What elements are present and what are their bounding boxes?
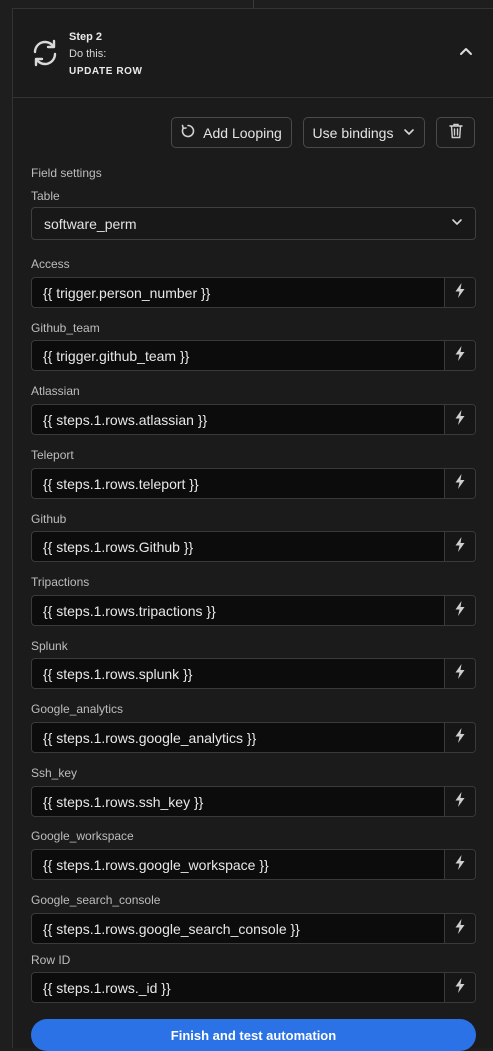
binding-input-teleport[interactable]: {{ steps.1.rows.teleport }} <box>32 469 444 498</box>
trash-icon <box>448 123 463 142</box>
field-label-row-id: Row ID <box>31 953 71 967</box>
lightning-icon <box>455 977 465 998</box>
binding-button[interactable] <box>444 914 475 943</box>
lightning-icon <box>455 854 465 875</box>
binding-button[interactable] <box>444 973 475 1002</box>
binding-button[interactable] <box>444 659 475 688</box>
field-label-ssh-key: Ssh_key <box>31 766 78 780</box>
field-label-access: Access <box>31 257 70 271</box>
lightning-icon <box>455 918 465 939</box>
field-google-workspace: {{ steps.1.rows.google_workspace }} <box>31 849 476 880</box>
binding-input-atlassian[interactable]: {{ steps.1.rows.atlassian }} <box>32 405 444 434</box>
binding-input-github-team[interactable]: {{ trigger.github_team }} <box>32 341 444 370</box>
field-label-github-team: Github_team <box>31 321 100 335</box>
lightning-icon <box>455 409 465 430</box>
binding-button[interactable] <box>444 469 475 498</box>
binding-input-ssh-key[interactable]: {{ steps.1.rows.ssh_key }} <box>32 787 444 816</box>
field-tripactions: {{ steps.1.rows.tripactions }} <box>31 595 476 626</box>
binding-input-github[interactable]: {{ steps.1.rows.Github }} <box>32 532 444 561</box>
field-label-github: Github <box>31 512 67 526</box>
refresh-icon <box>31 39 59 67</box>
field-label-google-analytics: Google_analytics <box>31 702 124 716</box>
field-teleport: {{ steps.1.rows.teleport }} <box>31 468 476 499</box>
lightning-icon <box>455 727 465 748</box>
lightning-icon <box>455 600 465 621</box>
field-access: {{ trigger.person_number }} <box>31 277 476 308</box>
field-github: {{ steps.1.rows.Github }} <box>31 531 476 562</box>
lightning-icon <box>455 536 465 557</box>
binding-button[interactable] <box>444 341 475 370</box>
step-panel: Step 2 Do this: UPDATE ROW Add Looping U… <box>12 8 493 1051</box>
table-select[interactable]: software_perm <box>31 207 476 240</box>
binding-button[interactable] <box>444 278 475 307</box>
binding-input-tripactions[interactable]: {{ steps.1.rows.tripactions }} <box>32 596 444 625</box>
binding-input-access[interactable]: {{ trigger.person_number }} <box>32 278 444 307</box>
binding-input-google-analytics[interactable]: {{ steps.1.rows.google_analytics }} <box>32 723 444 752</box>
binding-button[interactable] <box>444 723 475 752</box>
lightning-icon <box>455 791 465 812</box>
chevron-down-icon <box>393 125 415 141</box>
table-label: Table <box>31 189 60 203</box>
add-looping-button[interactable]: Add Looping <box>171 117 292 148</box>
field-splunk: {{ steps.1.rows.splunk }} <box>31 658 476 689</box>
field-ssh-key: {{ steps.1.rows.ssh_key }} <box>31 786 476 817</box>
field-github-team: {{ trigger.github_team }} <box>31 340 476 371</box>
lightning-icon <box>455 282 465 303</box>
binding-button[interactable] <box>444 787 475 816</box>
binding-input-splunk[interactable]: {{ steps.1.rows.splunk }} <box>32 659 444 688</box>
finish-and-test-button[interactable]: Finish and test automation <box>31 1019 476 1051</box>
field-settings-title: Field settings <box>31 166 102 180</box>
step-do-label: Do this: <box>69 48 107 60</box>
binding-input-google-workspace[interactable]: {{ steps.1.rows.google_workspace }} <box>32 850 444 879</box>
binding-button[interactable] <box>444 596 475 625</box>
table-select-value: software_perm <box>44 215 137 232</box>
use-bindings-label: Use bindings <box>312 124 394 141</box>
field-label-splunk: Splunk <box>31 639 68 653</box>
top-divider <box>253 0 254 8</box>
lightning-icon <box>455 473 465 494</box>
step-action-name: UPDATE ROW <box>69 66 143 77</box>
add-looping-label: Add Looping <box>203 124 282 141</box>
loop-icon <box>181 124 203 141</box>
step-header[interactable]: Step 2 Do this: UPDATE ROW <box>13 9 493 98</box>
delete-step-button[interactable] <box>436 117 475 148</box>
use-bindings-button[interactable]: Use bindings <box>303 117 425 148</box>
field-label-atlassian: Atlassian <box>31 384 80 398</box>
binding-input-google-search-console[interactable]: {{ steps.1.rows.google_search_console }} <box>32 914 444 943</box>
field-label-google-workspace: Google_workspace <box>31 829 134 843</box>
binding-button[interactable] <box>444 532 475 561</box>
lightning-icon <box>455 663 465 684</box>
chevron-up-icon[interactable] <box>457 43 475 61</box>
field-label-google-search-console: Google_search_console <box>31 893 161 907</box>
lightning-icon <box>455 345 465 366</box>
binding-button[interactable] <box>444 850 475 879</box>
field-label-tripactions: Tripactions <box>31 575 90 589</box>
field-atlassian: {{ steps.1.rows.atlassian }} <box>31 404 476 435</box>
chevron-down-icon <box>451 215 475 233</box>
field-google-analytics: {{ steps.1.rows.google_analytics }} <box>31 722 476 753</box>
field-row-id: {{ steps.1.rows._id }} <box>31 972 476 1003</box>
field-google-search-console: {{ steps.1.rows.google_search_console }} <box>31 913 476 944</box>
step-number: Step 2 <box>69 31 103 43</box>
binding-input-row-id[interactable]: {{ steps.1.rows._id }} <box>32 973 444 1002</box>
binding-button[interactable] <box>444 405 475 434</box>
field-label-teleport: Teleport <box>31 448 74 462</box>
